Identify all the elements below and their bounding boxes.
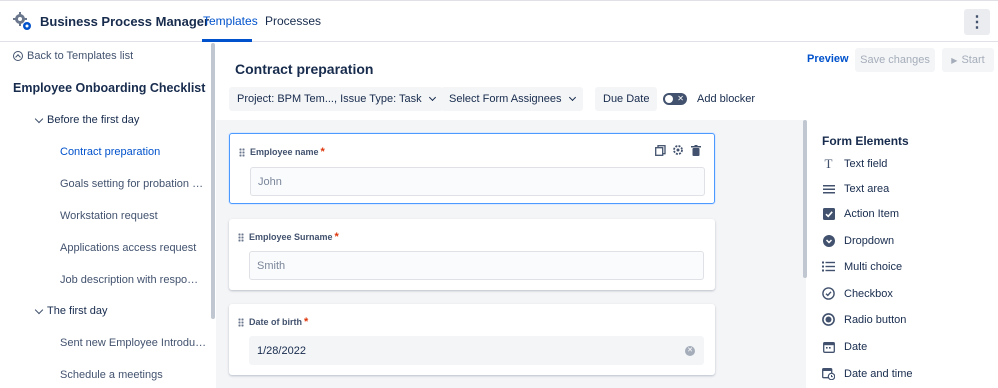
preview-button[interactable]: Preview bbox=[807, 53, 849, 65]
field-label: Employee name * bbox=[250, 146, 325, 158]
calendar-icon bbox=[822, 340, 835, 353]
sidebar-item-applications-access[interactable]: Applications access request bbox=[60, 242, 196, 254]
sidebar-item-goals-setting[interactable]: Goals setting for probation … bbox=[60, 178, 203, 190]
sidebar-item-contract-preparation[interactable]: Contract preparation bbox=[60, 146, 160, 158]
project-issue-type-select[interactable]: Project: BPM Tem..., Issue Type: Task bbox=[229, 87, 443, 111]
element-label: Action Item bbox=[844, 207, 900, 220]
checklist-title: Employee Onboarding Checklist bbox=[13, 81, 206, 95]
check-circle-icon bbox=[822, 287, 835, 300]
top-navigation: Business Process Manager Templates Proce… bbox=[0, 0, 998, 42]
group-label: Before the first day bbox=[47, 114, 140, 126]
gears-logo-icon bbox=[13, 12, 31, 30]
element-label: Date and time bbox=[844, 367, 913, 380]
sidebar-item-new-employee-intro[interactable]: Sent new Employee Introdu… bbox=[60, 337, 206, 349]
employee-surname-input[interactable]: Smith bbox=[249, 251, 704, 280]
save-changes-button[interactable]: Save changes bbox=[855, 48, 935, 72]
page-title: Contract preparation bbox=[235, 61, 374, 77]
element-multi-choice[interactable]: Multi choice bbox=[822, 260, 902, 273]
element-label: Date bbox=[844, 340, 868, 353]
back-to-templates-link[interactable]: Back to Templates list bbox=[13, 50, 133, 62]
copy-icon[interactable] bbox=[654, 144, 666, 156]
chevron-down-icon bbox=[34, 114, 44, 123]
date-value: 1/28/2022 bbox=[257, 345, 306, 357]
element-label: Multi choice bbox=[844, 260, 903, 273]
add-blocker-toggle[interactable]: ✕ bbox=[663, 93, 687, 105]
save-label: Save changes bbox=[860, 54, 930, 66]
checkbox-checked-icon bbox=[822, 207, 835, 220]
sidebar-item-job-description[interactable]: Job description with respo… bbox=[60, 274, 198, 286]
sidebar-item-schedule-meetings[interactable]: Schedule a meetings bbox=[60, 369, 163, 381]
close-icon: ✕ bbox=[677, 94, 684, 103]
field-label: Employee Surname * bbox=[249, 231, 339, 243]
required-marker: * bbox=[320, 146, 325, 158]
play-icon: ▶ bbox=[951, 55, 958, 65]
clear-icon[interactable]: ✕ bbox=[685, 346, 695, 356]
element-text-area[interactable]: Text area bbox=[822, 182, 889, 195]
chevron-down-icon bbox=[34, 305, 44, 314]
drag-handle-icon[interactable] bbox=[238, 233, 244, 242]
back-link-label: Back to Templates list bbox=[27, 50, 134, 62]
form-field-card-employee-surname[interactable]: Employee Surname * Smith bbox=[229, 219, 715, 290]
trash-icon[interactable] bbox=[690, 144, 702, 156]
form-elements-title: Form Elements bbox=[822, 134, 909, 148]
element-label: Text field bbox=[844, 157, 888, 170]
list-icon bbox=[822, 260, 835, 273]
required-marker: * bbox=[334, 231, 339, 243]
due-date-label: Due Date bbox=[603, 93, 650, 105]
project-label: Project: BPM Tem..., Issue Type: Task bbox=[237, 93, 422, 105]
element-date[interactable]: Date bbox=[822, 340, 867, 353]
dropdown-icon bbox=[822, 234, 835, 247]
element-checkbox[interactable]: Checkbox bbox=[822, 287, 893, 300]
back-arrow-icon bbox=[13, 51, 23, 61]
app-title: Business Process Manager bbox=[40, 14, 210, 29]
element-label: Checkbox bbox=[844, 287, 893, 300]
form-field-card-date-of-birth[interactable]: Date of birth * 1/28/2022 ✕ bbox=[229, 304, 715, 375]
group-label: The first day bbox=[47, 305, 108, 317]
card-toolbar bbox=[654, 144, 702, 156]
element-dropdown[interactable]: Dropdown bbox=[822, 234, 894, 247]
element-text-field[interactable]: T Text field bbox=[822, 155, 888, 171]
canvas-scrollbar[interactable] bbox=[803, 120, 807, 278]
more-vertical-icon: ⋮ bbox=[969, 14, 985, 31]
assignees-label: Select Form Assignees bbox=[449, 93, 562, 105]
chevron-down-icon bbox=[428, 93, 436, 102]
tab-processes[interactable]: Processes bbox=[265, 14, 321, 28]
drag-handle-icon[interactable] bbox=[239, 148, 245, 157]
sidebar-group-first-day[interactable]: The first day bbox=[34, 305, 108, 317]
element-radio-button[interactable]: Radio button bbox=[822, 313, 906, 326]
sidebar-group-before-first-day[interactable]: Before the first day bbox=[34, 114, 140, 126]
tab-templates[interactable]: Templates bbox=[203, 14, 258, 28]
sidebar-item-workstation-request[interactable]: Workstation request bbox=[60, 210, 158, 222]
element-label: Dropdown bbox=[844, 234, 895, 247]
element-label: Radio button bbox=[844, 313, 907, 326]
employee-name-input[interactable]: John bbox=[250, 167, 705, 196]
gear-icon[interactable] bbox=[672, 144, 684, 156]
element-action-item[interactable]: Action Item bbox=[822, 207, 899, 220]
due-date-button[interactable]: Due Date bbox=[595, 87, 658, 111]
form-field-card-employee-name[interactable]: Employee name * John bbox=[229, 133, 715, 204]
field-label: Date of birth * bbox=[249, 316, 309, 328]
required-marker: * bbox=[304, 316, 309, 328]
radio-icon bbox=[822, 313, 835, 326]
element-label: Text area bbox=[844, 182, 890, 195]
text-area-icon bbox=[822, 182, 835, 195]
text-field-icon: T bbox=[824, 155, 833, 171]
sidebar-scrollbar[interactable] bbox=[211, 43, 215, 319]
drag-handle-icon[interactable] bbox=[238, 318, 244, 327]
calendar-clock-icon bbox=[822, 367, 835, 380]
chevron-down-icon bbox=[568, 93, 576, 102]
start-label: Start bbox=[961, 54, 985, 66]
more-options-button[interactable]: ⋮ bbox=[964, 9, 990, 35]
start-button[interactable]: ▶ Start bbox=[942, 48, 994, 72]
active-tab-indicator bbox=[202, 39, 252, 42]
toggle-knob bbox=[665, 95, 673, 103]
date-of-birth-input[interactable]: 1/28/2022 ✕ bbox=[249, 336, 704, 365]
element-date-and-time[interactable]: Date and time bbox=[822, 367, 912, 380]
add-blocker-label: Add blocker bbox=[697, 93, 756, 105]
select-assignees-dropdown[interactable]: Select Form Assignees bbox=[441, 87, 583, 111]
